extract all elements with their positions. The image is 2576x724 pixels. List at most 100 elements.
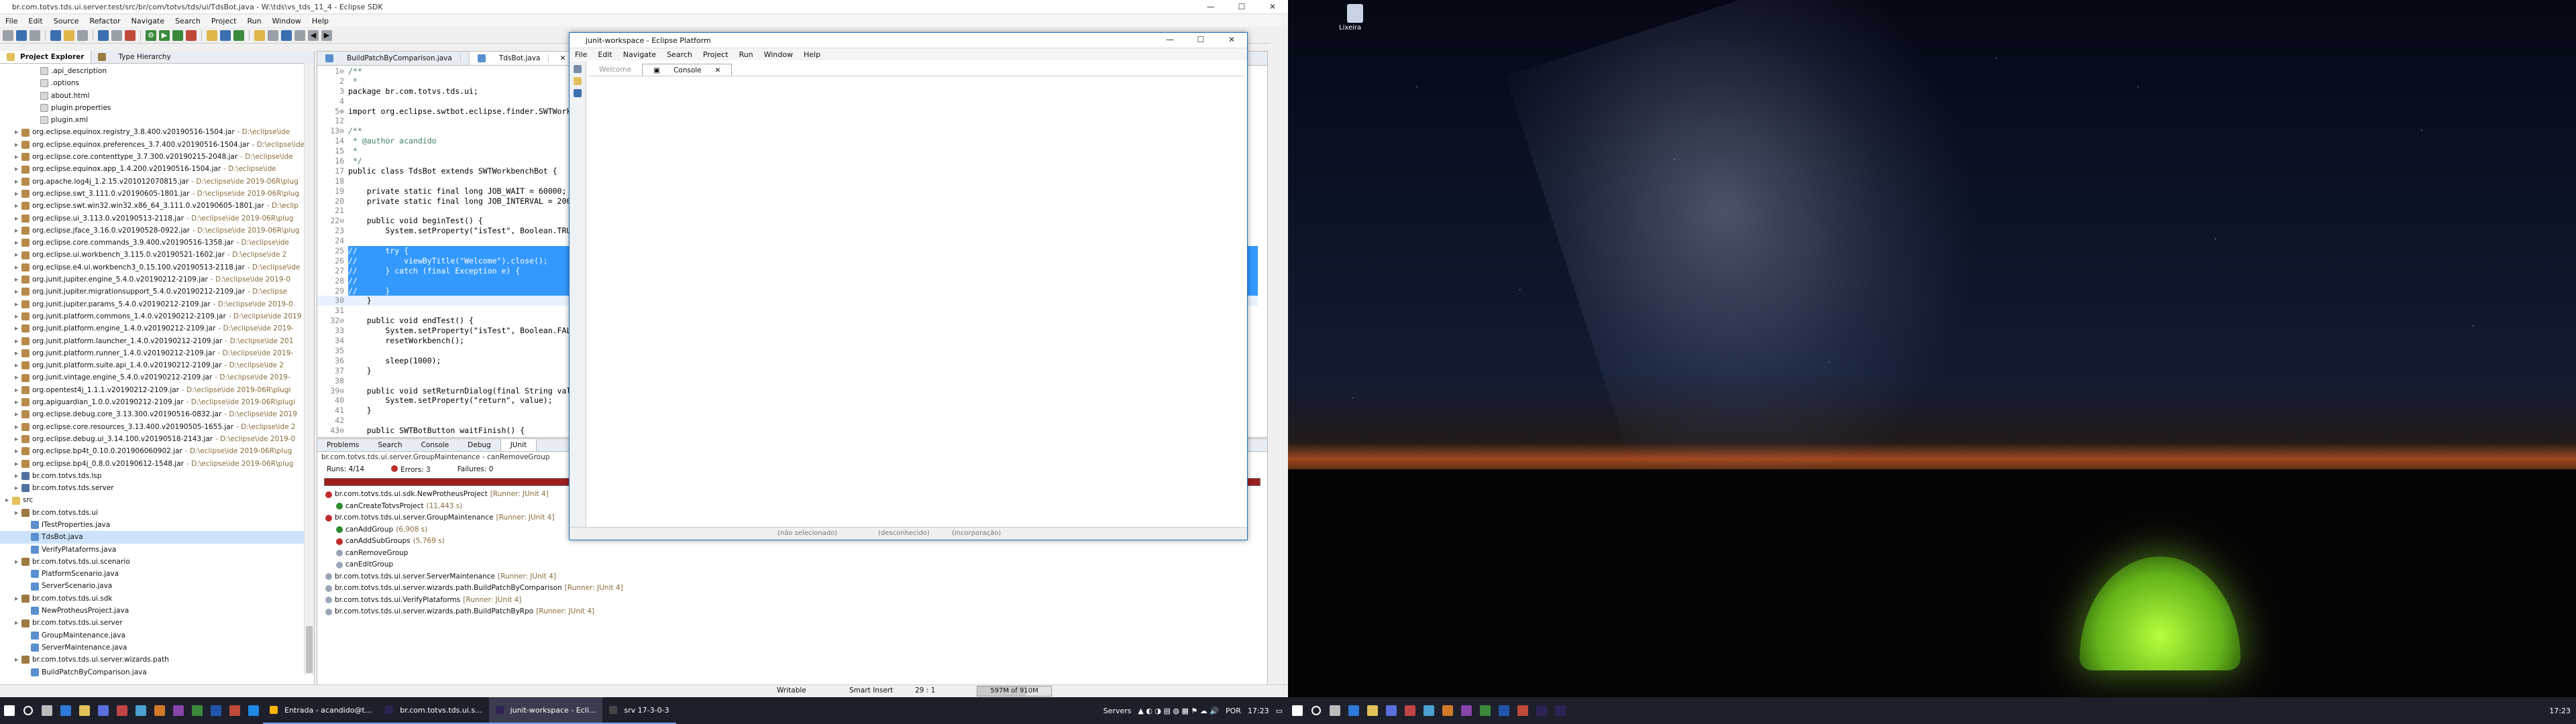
tab-buildpatchbycomparison[interactable]: BuildPatchByComparison.java: [317, 52, 470, 65]
expand-chevron-icon[interactable]: ▸: [15, 556, 21, 568]
menu-source[interactable]: Source: [48, 17, 85, 25]
tab-debug[interactable]: Debug: [458, 439, 500, 451]
task-view-icon[interactable]: [38, 697, 56, 724]
tree-item[interactable]: ▸ org.eclipse.core.commands_3.9.400.v2019…: [0, 237, 314, 249]
junit-tree-item[interactable]: br.com.totvs.tds.ui.server.wizards.path.…: [325, 606, 1267, 618]
menu-refactor[interactable]: Refactor: [85, 17, 126, 25]
float-maximize-icon[interactable]: ☐: [1185, 33, 1216, 46]
tree-item[interactable]: ▸ org.apiguardian_1.0.0.v20190212-2109.ja…: [0, 396, 314, 408]
search-icon[interactable]: [19, 697, 38, 724]
app-icon[interactable]: [188, 697, 207, 724]
expand-chevron-icon[interactable]: ▸: [15, 126, 21, 138]
new-class-icon[interactable]: [233, 30, 244, 41]
expand-chevron-icon[interactable]: ▸: [15, 188, 21, 200]
tab-float-console[interactable]: ▣ Console ✕: [642, 64, 733, 76]
skip-breakpoints-icon[interactable]: [98, 30, 109, 41]
float-menu-project[interactable]: Project: [698, 50, 734, 59]
app-icon[interactable]: [244, 697, 263, 724]
tree-item[interactable]: ▸ br.com.totvs.tds.ui.scenario: [0, 556, 314, 568]
coverage-icon[interactable]: [172, 30, 183, 41]
float-menu-run[interactable]: Run: [734, 50, 759, 59]
project-tree[interactable]: .api_description .options about.html plugin…: [0, 64, 314, 682]
open-type-icon[interactable]: [254, 30, 265, 41]
tree-item[interactable]: ▸ org.eclipse.e4.ui.workbench3_0.15.100.v…: [0, 261, 314, 274]
expand-chevron-icon[interactable]: ▸: [15, 261, 21, 274]
taskbar-app-chrome[interactable]: Entrada - acandido@t...: [263, 697, 379, 724]
new-package-icon[interactable]: [220, 30, 231, 41]
server-icon[interactable]: [574, 65, 582, 73]
clock-secondary[interactable]: 17:23: [2549, 707, 2571, 715]
expand-chevron-icon[interactable]: ▸: [15, 458, 21, 470]
app-icon[interactable]: [150, 697, 169, 724]
tree-item[interactable]: ▸ br.com.totvs.tds.ui.sdk: [0, 593, 314, 605]
expand-chevron-icon[interactable]: ▸: [15, 482, 21, 494]
tree-item[interactable]: ITestProperties.java: [0, 519, 314, 531]
expand-chevron-icon[interactable]: ▸: [15, 421, 21, 433]
expand-chevron-icon[interactable]: ▸: [15, 213, 21, 225]
tree-item[interactable]: ▸ org.junit.platform.suite.api_1.4.0.v201…: [0, 359, 314, 371]
menu-search[interactable]: Search: [170, 17, 206, 25]
expand-chevron-icon[interactable]: ▸: [15, 335, 21, 347]
taskbar-app-server[interactable]: srv 17-3-0-3: [602, 697, 676, 724]
forward-icon[interactable]: ▶: [321, 30, 332, 41]
save-all-icon[interactable]: [30, 30, 40, 41]
store-icon[interactable]: [1382, 697, 1401, 724]
tree-item[interactable]: VerifyPlataforms.java: [0, 544, 314, 556]
expand-chevron-icon[interactable]: ▸: [15, 176, 21, 188]
tree-item[interactable]: ▸ org.eclipse.core.resources_3.13.400.v20…: [0, 421, 314, 433]
expand-chevron-icon[interactable]: ▸: [15, 617, 21, 629]
menu-window[interactable]: Window: [267, 17, 307, 25]
eclipse-icon[interactable]: [1532, 697, 1551, 724]
app-icon[interactable]: [1495, 697, 1513, 724]
expand-chevron-icon[interactable]: ▸: [15, 433, 21, 445]
search-icon[interactable]: [268, 30, 278, 41]
save-icon[interactable]: [16, 30, 27, 41]
tree-item[interactable]: PlatformScenario.java: [0, 568, 314, 580]
app-icon[interactable]: [1438, 697, 1457, 724]
clock[interactable]: 17:23: [1248, 707, 1269, 715]
tree-item[interactable]: ▸ src: [0, 494, 314, 506]
tree-item[interactable]: ▸ org.eclipse.bp4j_0.8.0.v20190612-1548.j…: [0, 458, 314, 470]
tree-item[interactable]: ▸ org.apache.log4j_1.2.15.v201012070815.j…: [0, 176, 314, 188]
tree-item[interactable]: ▸ org.junit.platform.launcher_1.4.0.v2019…: [0, 335, 314, 347]
float-menu-search[interactable]: Search: [661, 50, 698, 59]
app-icon[interactable]: [131, 697, 150, 724]
tree-item[interactable]: ▸ org.junit.platform.commons_1.4.0.v20190…: [0, 310, 314, 322]
tree-item[interactable]: ▸ org.eclipse.jface_3.16.0.v20190528-0922…: [0, 225, 314, 237]
tree-item[interactable]: ▸ br.com.totvs.tds.server: [0, 482, 314, 494]
tab-project-explorer[interactable]: Project Explorer: [0, 51, 92, 63]
junit-tree-item[interactable]: canEditGroup: [325, 559, 1267, 571]
tree-item[interactable]: about.html: [0, 90, 314, 102]
start-icon[interactable]: [0, 697, 19, 724]
expand-chevron-icon[interactable]: ▸: [15, 163, 21, 175]
expand-chevron-icon[interactable]: ▸: [15, 445, 21, 457]
back-icon[interactable]: ◀: [308, 30, 319, 41]
tree-item[interactable]: ▸ org.eclipse.ui.workbench_3.115.0.v20190…: [0, 249, 314, 261]
search-icon[interactable]: [1307, 697, 1326, 724]
resume-icon[interactable]: [111, 30, 122, 41]
recycle-bin-icon[interactable]: [1347, 4, 1363, 23]
tree-item[interactable]: ▸ org.opentest4j_1.1.1.v20190212-2109.jar…: [0, 384, 314, 396]
app-icon[interactable]: [1419, 697, 1438, 724]
tree-item[interactable]: BuildPatchByComparison.java: [0, 666, 314, 678]
expand-chevron-icon[interactable]: ▸: [15, 200, 21, 212]
eclipse-icon[interactable]: [1551, 697, 1570, 724]
tab-junit[interactable]: JUnit: [500, 439, 537, 451]
tab-tdsbot[interactable]: TdsBot.java ✕: [469, 52, 584, 65]
expand-chevron-icon[interactable]: ▸: [15, 470, 21, 482]
app-icon[interactable]: [207, 697, 225, 724]
junit-workspace-window[interactable]: junit-workspace - Eclipse Platform — ☐ ✕…: [569, 32, 1248, 540]
menu-file[interactable]: File: [0, 17, 23, 25]
tab-search[interactable]: Search: [368, 439, 411, 451]
expand-chevron-icon[interactable]: ▸: [15, 384, 21, 396]
language-indicator[interactable]: POR: [1226, 707, 1241, 715]
tree-item[interactable]: TdsBot.java: [0, 531, 314, 544]
float-close-icon[interactable]: ✕: [1216, 33, 1247, 46]
expand-chevron-icon[interactable]: ▸: [15, 286, 21, 298]
task-view-icon[interactable]: [1326, 697, 1344, 724]
explorer-icon[interactable]: [75, 697, 94, 724]
edge-icon[interactable]: [1344, 697, 1363, 724]
tree-item[interactable]: ▸ org.junit.jupiter.engine_5.4.0.v2019021…: [0, 274, 314, 286]
junit-tree-item[interactable]: br.com.totvs.tds.ui.VerifyPlataforms [Run…: [325, 595, 1267, 607]
app-icon[interactable]: [1513, 697, 1532, 724]
